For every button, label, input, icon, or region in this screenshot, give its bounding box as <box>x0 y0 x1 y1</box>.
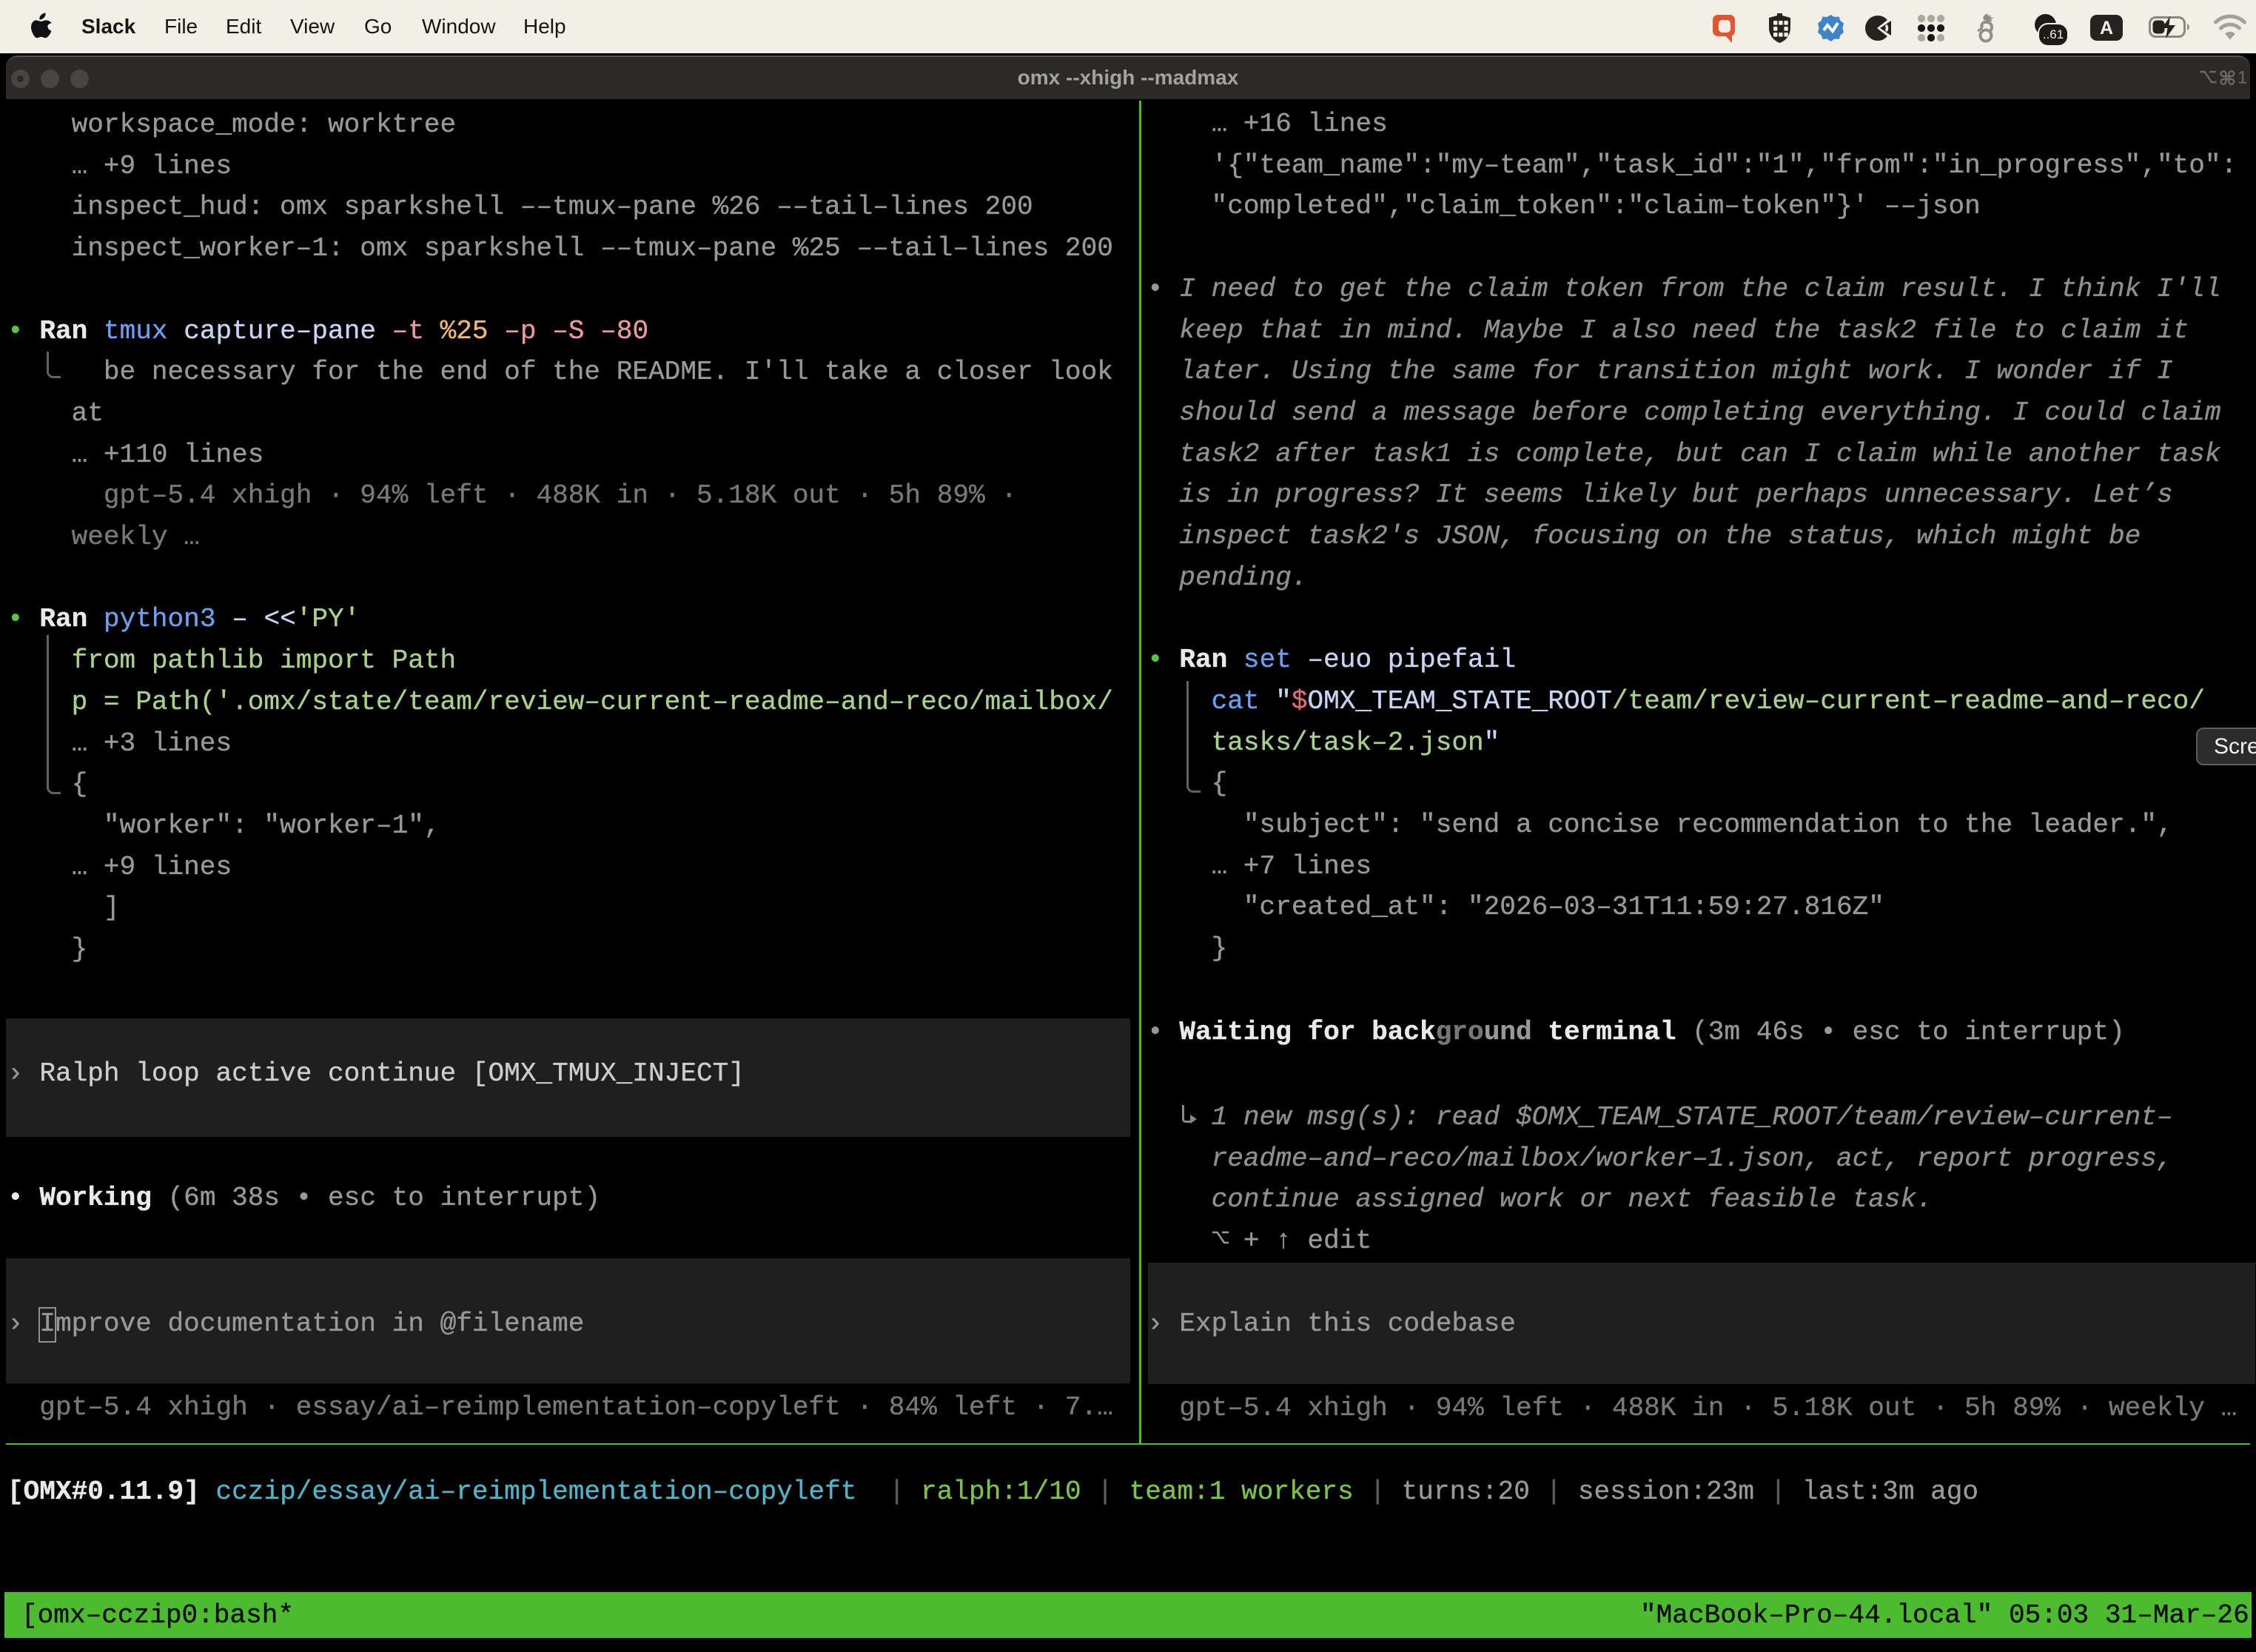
svg-text:1: 1 <box>2237 68 2247 87</box>
